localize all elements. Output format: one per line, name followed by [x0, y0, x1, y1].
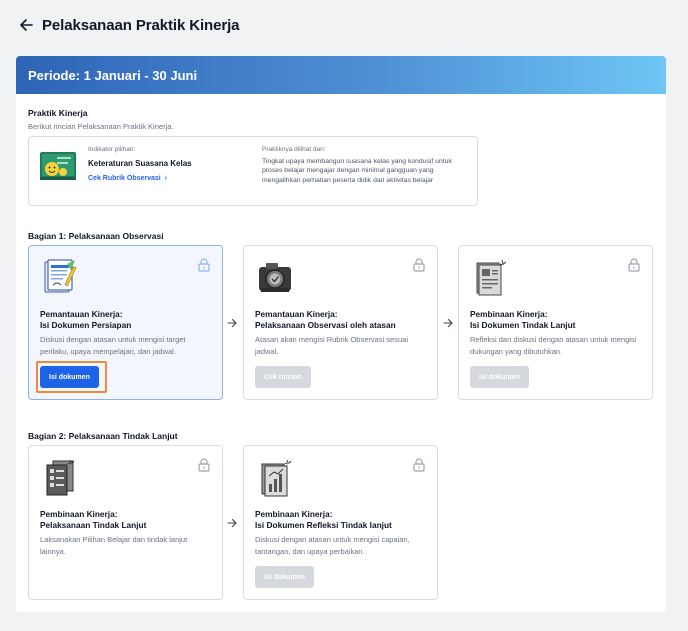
- lock-icon: [413, 458, 425, 472]
- step-card-observasi-atasan: Pemantauan Kinerja: Pelaksanaan Observas…: [243, 245, 438, 400]
- step-card-refleksi-tindak-lanjut: Pembinaan Kinerja: Isi Dokumen Refleksi …: [243, 445, 438, 600]
- camera-badge-icon: [259, 263, 291, 292]
- step-title-line1: Pembinaan Kinerja:: [470, 309, 548, 319]
- step-title: Pembinaan Kinerja: Pelaksanaan Tindak La…: [40, 509, 212, 530]
- step-description: Refleksi dan diskusi dengan atasan untuk…: [470, 335, 637, 356]
- praktik-subtitle: Berikut rincian Pelaksanaan Praktik Kine…: [28, 122, 174, 131]
- page-title: Pelaksanaan Praktik Kinerja: [42, 16, 240, 34]
- lock-icon: [628, 258, 640, 272]
- indicator-name: Keteraturan Suasana Kelas: [88, 159, 192, 168]
- praktik-title: Praktik Kinerja: [28, 108, 88, 118]
- lock-icon: [198, 458, 210, 472]
- step-description: Atasan akan mengisi Rubrik Observasi ses…: [255, 335, 408, 356]
- document-pen-icon: [44, 259, 77, 293]
- isi-dokumen-button[interactable]: Isi dokumen: [255, 566, 314, 588]
- step-card-pelaksanaan-tindak-lanjut: Pembinaan Kinerja: Pelaksanaan Tindak La…: [28, 445, 223, 600]
- step-title: Pemantauan Kinerja: Isi Dokumen Persiapa…: [40, 309, 212, 330]
- step-title-line2: Pelaksanaan Observasi oleh atasan: [255, 319, 396, 330]
- praktik-section: Praktik Kinerja Berikut rincian Pelaksan…: [28, 108, 174, 131]
- seen-text: Tingkat upaya membangun suasana kelas ya…: [262, 158, 452, 184]
- arrow-right-icon: [443, 318, 453, 328]
- chevron-right-icon: ›: [162, 175, 167, 182]
- indicator-label: Indikator pilihan:: [88, 146, 136, 153]
- lock-icon: [198, 258, 210, 272]
- arrow-right-icon: [227, 518, 237, 528]
- bagian2-heading: Bagian 2: Pelaksanaan Tindak Lanjut: [28, 431, 178, 441]
- back-arrow-icon[interactable]: [18, 17, 34, 33]
- classroom-board-icon: [40, 152, 76, 180]
- step-title: Pembinaan Kinerja: Isi Dokumen Tindak La…: [470, 309, 642, 330]
- step-description: Laksanakan Pilihan Belajar dan tindak la…: [40, 535, 188, 556]
- rubrik-link-label: Cek Rubrik Observasi: [88, 175, 161, 182]
- step-title: Pembinaan Kinerja: Isi Dokumen Refleksi …: [255, 509, 427, 530]
- rubrik-link[interactable]: Cek Rubrik Observasi ›: [88, 175, 167, 182]
- step-title: Pemantauan Kinerja: Pelaksanaan Observas…: [255, 309, 427, 330]
- arrow-right-icon: [227, 318, 237, 328]
- checklist-icon: [46, 459, 75, 496]
- step-card-dokumen-tindak-lanjut: Pembinaan Kinerja: Isi Dokumen Tindak La…: [458, 245, 653, 400]
- step-title-line2: Pelaksanaan Tindak Lanjut: [40, 519, 147, 530]
- indicator-box: Indikator pilihan: Keteraturan Suasana K…: [28, 136, 478, 206]
- isi-dokumen-button[interactable]: Isi dokumen: [40, 366, 99, 388]
- step-title-line2: Isi Dokumen Tindak Lanjut: [470, 319, 576, 330]
- chart-document-icon: [261, 459, 292, 497]
- top-bar: Pelaksanaan Praktik Kinerja: [0, 0, 688, 50]
- step-title-line2: Isi Dokumen Refleksi Tindak lanjut: [255, 519, 392, 530]
- isi-dokumen-button[interactable]: Isi dokumen: [470, 366, 529, 388]
- period-title: Periode: 1 Januari - 30 Juni: [28, 67, 198, 83]
- lock-icon: [413, 258, 425, 272]
- bagian1-heading: Bagian 1: Pelaksanaan Observasi: [28, 231, 164, 241]
- step-title-line1: Pemantauan Kinerja:: [255, 309, 338, 319]
- step-title-line2: Isi Dokumen Persiapan: [40, 319, 132, 330]
- seen-label: Praktiknya dilihat dari:: [262, 146, 326, 153]
- period-banner: Periode: 1 Januari - 30 Juni: [16, 56, 666, 94]
- step-description: Diskusi dengan atasan untuk mengisi capa…: [255, 535, 410, 556]
- step-title-line1: Pembinaan Kinerja:: [40, 509, 118, 519]
- step-title-line1: Pembinaan Kinerja:: [255, 509, 333, 519]
- cek-rincian-button[interactable]: Cek rincian: [255, 366, 311, 388]
- document-spark-icon: [476, 259, 507, 296]
- step-description: Diskusi dengan atasan untuk mengisi targ…: [40, 335, 186, 356]
- step-title-line1: Pemantauan Kinerja:: [40, 309, 123, 319]
- step-card-dokumen-persiapan: Pemantauan Kinerja: Isi Dokumen Persiapa…: [28, 245, 223, 400]
- main-card: Periode: 1 Januari - 30 Juni Praktik Kin…: [16, 56, 666, 612]
